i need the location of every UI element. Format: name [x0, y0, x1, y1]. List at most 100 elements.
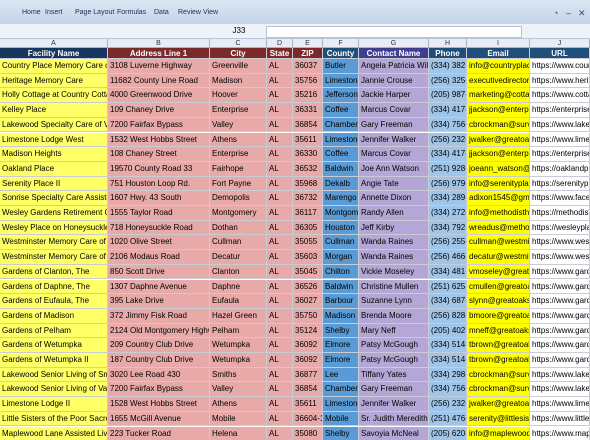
cell-address[interactable]: 7200 Fairfax Bypass: [108, 117, 210, 133]
cell-url[interactable]: https://serenityplaceassistedliving: [530, 176, 590, 192]
cell-county[interactable]: Madison: [323, 308, 359, 324]
cell-state[interactable]: AL: [267, 264, 293, 280]
cell-url[interactable]: https://www.gardensofpelham.com: [530, 323, 590, 339]
cell-county[interactable]: Morgan: [323, 250, 359, 265]
cell-county[interactable]: Baldwin: [323, 161, 359, 177]
cell-phone[interactable]: (256) 979-1616: [429, 176, 467, 192]
cell-email[interactable]: jwalker@greatoaksm: [467, 132, 530, 148]
cell-county[interactable]: Coffee: [323, 103, 359, 118]
header-url[interactable]: URL: [530, 48, 590, 59]
cell-email[interactable]: bmoore@greatoaksm: [467, 308, 530, 324]
cell-state[interactable]: AL: [267, 161, 293, 177]
cell-state[interactable]: AL: [267, 176, 293, 192]
cell-contact[interactable]: Marcus Covar: [359, 147, 429, 162]
column-letter-g[interactable]: G: [359, 39, 429, 48]
cell-state[interactable]: AL: [267, 250, 293, 265]
cell-zip[interactable]: 36117: [293, 206, 323, 221]
cell-city[interactable]: Enterprise: [210, 103, 267, 118]
cell-contact[interactable]: Jennifer Walker: [359, 132, 429, 148]
cell-zip[interactable]: 36331: [293, 103, 323, 118]
ribbon-tab-home[interactable]: Home: [22, 9, 41, 16]
cell-url[interactable]: https://wesleyplacedothan.com/: [530, 220, 590, 236]
cell-county[interactable]: Elmore: [323, 353, 359, 368]
cell-facility[interactable]: Sonrise Specialty Care Assisted Livin: [0, 191, 108, 206]
column-letter-d[interactable]: D: [267, 39, 293, 48]
cell-county[interactable]: Shelby: [323, 323, 359, 339]
cell-state[interactable]: AL: [267, 220, 293, 236]
cell-address[interactable]: 187 Country Club Drive: [108, 353, 210, 368]
cell-phone[interactable]: (334) 481-1740: [429, 264, 467, 280]
cell-email[interactable]: jwalker@greatoaksm: [467, 397, 530, 412]
column-letter-e[interactable]: E: [293, 39, 323, 48]
cell-zip[interactable]: 35968: [293, 176, 323, 192]
cell-phone[interactable]: (334) 417-0516: [429, 147, 467, 162]
cell-state[interactable]: AL: [267, 353, 293, 368]
cell-state[interactable]: AL: [267, 147, 293, 162]
cell-zip[interactable]: 35611: [293, 132, 323, 148]
cell-city[interactable]: Wetumpka: [210, 338, 267, 353]
cell-address[interactable]: 395 Lake Drive: [108, 294, 210, 309]
cell-contact[interactable]: Angela Patricia Wil: [359, 59, 429, 74]
cell-email[interactable]: cbrockman@surveyc: [467, 367, 530, 383]
cell-phone[interactable]: (334) 289-6457: [429, 191, 467, 206]
cell-contact[interactable]: Tiffany Yates: [359, 367, 429, 383]
cell-phone[interactable]: (205) 620-2903: [429, 426, 467, 440]
cell-address[interactable]: 223 Tucker Road: [108, 426, 210, 440]
cell-county[interactable]: Chambers: [323, 117, 359, 133]
cell-state[interactable]: AL: [267, 397, 293, 412]
cell-county[interactable]: Dekalb: [323, 176, 359, 192]
cell-zip[interactable]: 35756: [293, 73, 323, 89]
formula-input[interactable]: [266, 26, 522, 38]
cell-state[interactable]: AL: [267, 235, 293, 251]
cell-url[interactable]: https://www.lakewoodseniorliving: [530, 367, 590, 383]
cell-url[interactable]: https://enterprisememorycare.com: [530, 147, 590, 162]
cell-email[interactable]: serenity@littlesister: [467, 411, 530, 427]
cell-facility[interactable]: Westminster Memory Care of Cullm: [0, 235, 108, 251]
cell-city[interactable]: Greenville: [210, 59, 267, 74]
header-zip[interactable]: ZIP: [293, 48, 323, 59]
cell-email[interactable]: info@methodisthome: [467, 206, 530, 221]
cell-facility[interactable]: Gardens of Pelham: [0, 323, 108, 339]
cell-address[interactable]: 2106 Modaus Road: [108, 250, 210, 265]
cell-contact[interactable]: Gary Freeman: [359, 382, 429, 398]
cell-county[interactable]: Cullman: [323, 235, 359, 251]
cell-facility[interactable]: Country Place Memory Care of Gree: [0, 59, 108, 74]
cell-url[interactable]: https://www.limestonelodgeathens: [530, 397, 590, 412]
cell-phone[interactable]: (251) 625-0801: [429, 279, 467, 295]
cell-city[interactable]: Valley: [210, 382, 267, 398]
cell-contact[interactable]: Sr. Judith Meredith: [359, 411, 429, 427]
cell-zip[interactable]: 35750: [293, 308, 323, 324]
ribbon-tab-formulas[interactable]: Formulas: [117, 9, 146, 16]
cell-county[interactable]: Coffee: [323, 147, 359, 162]
minimize-icon[interactable]: –: [566, 8, 571, 18]
cell-contact[interactable]: Wanda Raines: [359, 235, 429, 251]
cell-state[interactable]: AL: [267, 323, 293, 339]
cell-email[interactable]: tbrown@greatoaksm: [467, 338, 530, 353]
cell-state[interactable]: AL: [267, 382, 293, 398]
cell-contact[interactable]: Patsy McGough: [359, 338, 429, 353]
cell-facility[interactable]: Maplewood Lane Assisted Living: [0, 426, 108, 440]
header-county[interactable]: County: [323, 48, 359, 59]
cell-city[interactable]: Pelham: [210, 323, 267, 339]
cell-zip[interactable]: 36532: [293, 161, 323, 177]
ribbon-tab-review[interactable]: Review: [178, 9, 201, 16]
cell-zip[interactable]: 35603: [293, 250, 323, 265]
cell-contact[interactable]: Mary Neff: [359, 323, 429, 339]
cell-county[interactable]: Jefferson: [323, 88, 359, 104]
cell-contact[interactable]: Angie Tate: [359, 176, 429, 192]
cell-email[interactable]: mneff@greatoaksma: [467, 323, 530, 339]
cell-city[interactable]: Madison: [210, 73, 267, 89]
cell-url[interactable]: https://www.littlesistersofthepoor: [530, 411, 590, 427]
cell-phone[interactable]: (334) 687-0430: [429, 294, 467, 309]
cell-email[interactable]: executivedirector@h: [467, 73, 530, 89]
cell-phone[interactable]: (256) 466-9966: [429, 250, 467, 265]
column-letter-i[interactable]: I: [467, 39, 530, 48]
cell-email[interactable]: info@serenityplacea: [467, 176, 530, 192]
cell-zip[interactable]: 35045: [293, 264, 323, 280]
cell-url[interactable]: https://www.lakewoodseniorliving: [530, 117, 590, 133]
cell-county[interactable]: Lee: [323, 367, 359, 383]
cell-address[interactable]: 1307 Daphne Avenue: [108, 279, 210, 295]
cell-facility[interactable]: Gardens of Madison: [0, 308, 108, 324]
cell-phone[interactable]: (334) 298-9002: [429, 367, 467, 383]
cell-state[interactable]: AL: [267, 411, 293, 427]
